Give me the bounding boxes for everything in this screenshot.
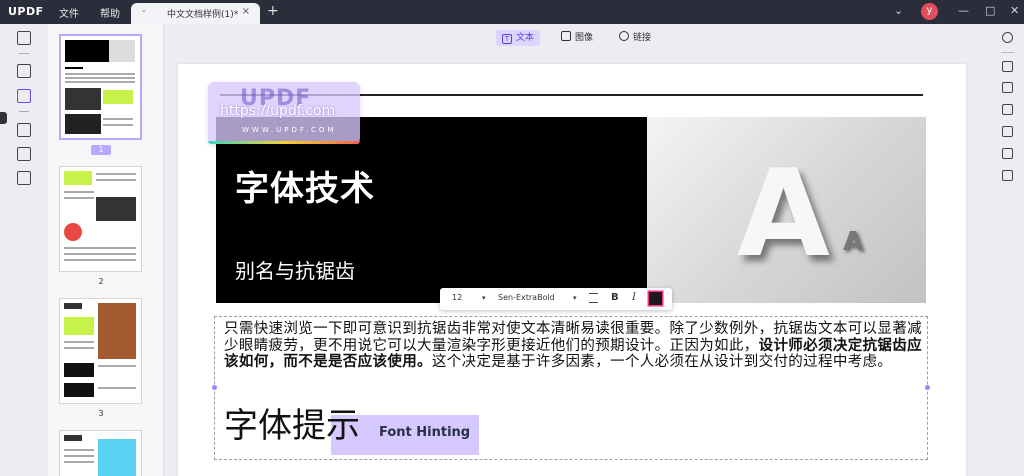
thumb-image [65, 40, 109, 62]
font-size-select[interactable]: 12 [452, 293, 462, 302]
menu-help[interactable]: 帮助 [100, 5, 120, 20]
tab-close-icon[interactable]: × [242, 6, 250, 17]
left-tool-rail [0, 24, 48, 476]
page-thumbnail[interactable] [59, 34, 142, 140]
paragraph-text: 这个决定是基于许多因素，一个人必须在从设计到交付的过程中考虑。 [431, 354, 893, 370]
avatar[interactable]: y [921, 3, 938, 20]
minimize-icon[interactable]: — [958, 4, 969, 17]
thumb-image [109, 40, 135, 62]
new-tab-icon[interactable]: + [267, 3, 279, 19]
rail-divider [1001, 52, 1014, 53]
resize-handle-right[interactable] [925, 385, 930, 390]
right-tool-rail [992, 24, 1024, 476]
watermark-domain: WWW.UPDF.COM [242, 126, 337, 134]
text-mode-label: 文本 [516, 33, 535, 43]
editor-area: T 文本 图像 链接 字体技术 别名与抗锯齿 A A UPDF https://u… [165, 24, 992, 476]
tab-minimize-icon[interactable]: - [142, 6, 146, 17]
body-paragraph[interactable]: 只需快速浏览一下即可意识到抗锯齿非常对使文本清晰易读很重要。除了少数例外，抗锯齿… [224, 321, 924, 371]
align-icon[interactable] [589, 293, 598, 303]
crop-icon[interactable] [17, 147, 31, 161]
rail-divider [19, 111, 29, 112]
resize-handle-left[interactable] [212, 385, 217, 390]
organize-pages-icon[interactable] [17, 123, 31, 137]
image-icon [561, 31, 571, 41]
hero-title[interactable]: 字体技术 [235, 161, 375, 210]
save-icon[interactable] [1002, 170, 1013, 181]
link-icon [619, 31, 629, 41]
text-box-icon: T [502, 34, 512, 44]
mail-icon[interactable] [1002, 148, 1013, 159]
page-number: 3 [98, 409, 104, 418]
section-heading-english[interactable]: Font Hinting [379, 425, 470, 440]
rail-divider [19, 53, 29, 54]
edit-pdf-icon[interactable] [17, 89, 31, 103]
page-number: 1 [91, 145, 111, 155]
pdf-page: 字体技术 别名与抗锯齿 A A UPDF https://updf.com WW… [178, 64, 966, 476]
hero-subtitle[interactable]: 别名与抗锯齿 [235, 255, 355, 284]
link-mode-button[interactable]: 链接 [613, 30, 657, 46]
image-mode-label: 图像 [575, 33, 594, 43]
watermark-color-bar [208, 141, 360, 144]
convert-icon[interactable] [1002, 82, 1013, 93]
link-mode-label: 链接 [633, 33, 652, 43]
protect-icon[interactable] [1002, 104, 1013, 115]
title-bar: UPDF 文件 帮助 - 中文文档样例(1)* × + ⌄ y — □ ✕ [0, 0, 1024, 24]
share-icon[interactable] [1002, 126, 1013, 137]
search-icon[interactable] [1002, 32, 1013, 43]
chevron-down-icon[interactable]: ⌄ [894, 4, 903, 17]
image-mode-button[interactable]: 图像 [555, 30, 599, 46]
updf-watermark: UPDF https://updf.com WWW.UPDF.COM [208, 82, 360, 144]
thumbnail-panel: 1 2 3 [48, 24, 164, 476]
italic-button[interactable]: I [632, 292, 636, 303]
text-format-toolbar: 12 ▾ Sen-ExtraBold ▾ B I [440, 288, 672, 310]
hero-letter-image[interactable]: A A [647, 117, 926, 303]
chevron-down-icon[interactable]: ▾ [482, 294, 486, 302]
watermark-url: https://updf.com [220, 103, 336, 119]
thumb-image [65, 114, 101, 134]
page-thumbnail[interactable] [59, 166, 142, 272]
ocr-icon[interactable] [1002, 61, 1013, 72]
text-edit-box[interactable]: 只需快速浏览一下即可意识到抗锯齿非常对使文本清晰易读很重要。除了少数例外，抗锯齿… [212, 316, 930, 460]
text-color-picker[interactable] [649, 292, 662, 305]
reader-icon[interactable] [17, 31, 31, 45]
hero-image[interactable]: 字体技术 别名与抗锯齿 [216, 117, 647, 303]
comment-icon[interactable] [17, 64, 31, 78]
tools-icon[interactable] [17, 171, 31, 185]
page-thumbnail[interactable] [59, 430, 142, 476]
app-logo: UPDF [8, 5, 44, 18]
document-tab[interactable]: - 中文文档样例(1)* × [131, 3, 260, 24]
collapse-panel-handle[interactable] [0, 112, 7, 124]
bold-button[interactable]: B [611, 292, 619, 303]
close-icon[interactable]: ✕ [1010, 4, 1019, 17]
font-family-select[interactable]: Sen-ExtraBold [498, 293, 555, 302]
tab-title: 中文文档样例(1)* [167, 10, 239, 20]
page-thumbnail[interactable] [59, 298, 142, 404]
text-mode-button[interactable]: T 文本 [496, 30, 541, 46]
menu-file[interactable]: 文件 [59, 5, 79, 20]
thumb-image [103, 90, 133, 104]
maximize-icon[interactable]: □ [985, 4, 995, 17]
thumb-image [65, 88, 101, 110]
big-letter-a: A [737, 145, 830, 284]
chevron-down-icon[interactable]: ▾ [573, 294, 577, 302]
small-letter-a: A [843, 227, 864, 257]
section-heading[interactable]: 字体提示 [224, 409, 360, 443]
page-number: 2 [98, 277, 104, 286]
